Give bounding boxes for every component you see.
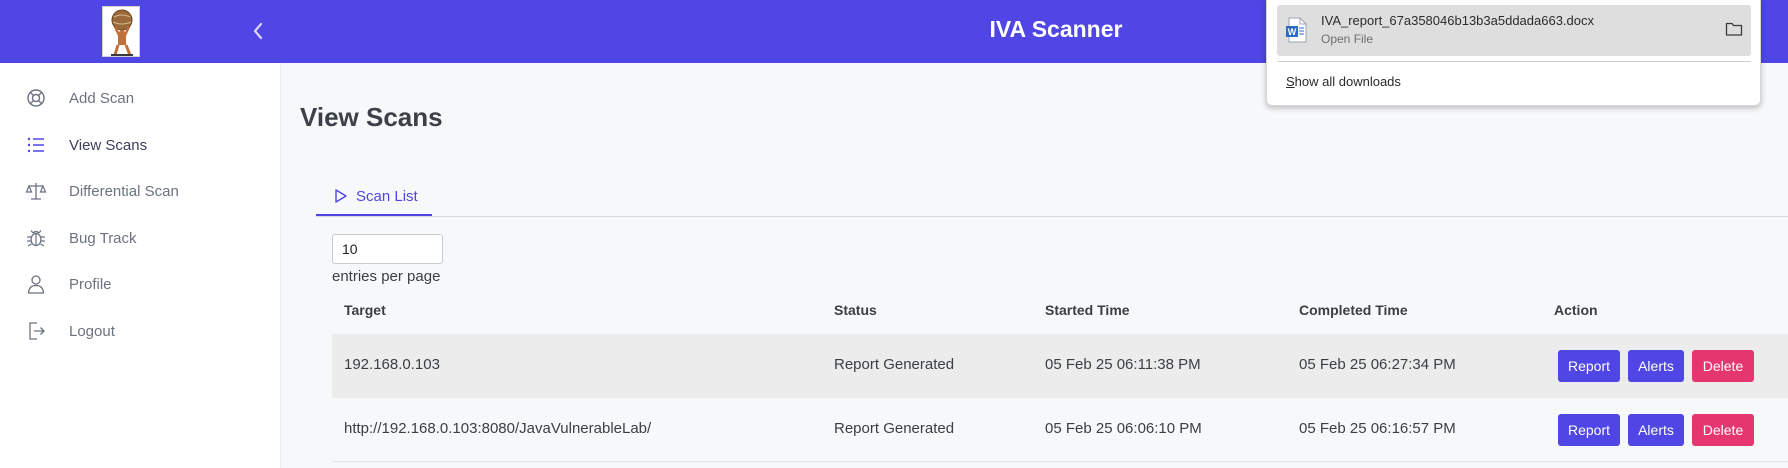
chevron-left-icon [253, 22, 263, 40]
downloads-divider [1277, 61, 1751, 62]
completed-time-cell: 05 Feb 25 06:27:34 PM [1299, 356, 1456, 373]
table-row: 192.168.0.103 Report Generated 05 Feb 25… [332, 334, 1788, 398]
page-title: View Scans [300, 102, 443, 132]
sidebar-item-bug-track[interactable]: Bug Track [0, 218, 281, 258]
download-item[interactable]: W IVA_report_67a358046b13b3a5ddada663.do… [1277, 5, 1751, 56]
sidebar-item-label: Logout [69, 322, 115, 340]
sidebar-item-label: Add Scan [69, 89, 135, 107]
column-header-action: Action [1554, 302, 1598, 318]
target-cell: http://192.168.0.103:8080/JavaVulnerable… [344, 420, 652, 437]
alerts-button[interactable]: Alerts [1628, 414, 1684, 446]
started-time-cell: 05 Feb 25 06:11:38 PM [1045, 356, 1201, 373]
status-cell: Report Generated [834, 420, 955, 437]
atlas-logo-icon[interactable] [102, 6, 140, 57]
logout-icon [29, 322, 45, 340]
sidebar-item-label: View Scans [69, 136, 148, 154]
user-icon [27, 275, 45, 294]
completed-time-cell: 05 Feb 25 06:16:57 PM [1299, 420, 1456, 437]
download-file-name: IVA_report_67a358046b13b3a5ddada663.docx [1321, 13, 1594, 28]
sidebar-item-label: Bug Track [69, 229, 137, 247]
sidebar-item-label: Differential Scan [69, 182, 179, 200]
delete-button[interactable]: Delete [1692, 414, 1754, 446]
alerts-button[interactable]: Alerts [1628, 350, 1684, 382]
download-open-file-label: Open File [1321, 32, 1374, 46]
delete-button[interactable]: Delete [1692, 350, 1754, 382]
svg-text:W: W [1288, 27, 1297, 37]
play-outline-icon [335, 189, 347, 203]
tab-divider [316, 216, 1788, 217]
sidebar-item-view-scans[interactable]: View Scans [0, 125, 281, 165]
lifebuoy-icon [27, 89, 45, 107]
bug-icon [27, 230, 45, 247]
target-cell: 192.168.0.103 [344, 356, 440, 373]
status-cell: Report Generated [834, 356, 955, 373]
tab-scan-list[interactable]: Scan List [316, 180, 432, 216]
scale-icon [25, 183, 47, 200]
sidebar-item-add-scan[interactable]: Add Scan [0, 78, 281, 118]
started-time-cell: 05 Feb 25 06:06:10 PM [1045, 420, 1202, 437]
folder-icon[interactable] [1725, 21, 1743, 37]
report-button[interactable]: Report [1558, 414, 1620, 446]
sidebar-item-differential-scan[interactable]: Differential Scan [0, 171, 281, 211]
sidebar-item-logout[interactable]: Logout [0, 311, 281, 351]
column-header-status[interactable]: Status [834, 302, 877, 318]
word-doc-icon: W [1286, 17, 1307, 43]
show-all-downloads-link[interactable]: Show all downloads [1286, 74, 1401, 89]
sidebar-item-label: Profile [69, 275, 112, 293]
sidebar-collapse-button[interactable] [246, 18, 270, 44]
sidebar: Add Scan View Scans Differential Scan Bu… [0, 63, 281, 468]
sidebar-item-profile[interactable]: Profile [0, 264, 281, 304]
column-header-started-time[interactable]: Started Time [1045, 302, 1130, 318]
tab-label: Scan List [356, 188, 418, 205]
entries-per-page-label: entries per page [332, 268, 441, 285]
list-icon [27, 137, 44, 153]
report-button[interactable]: Report [1558, 350, 1620, 382]
column-header-completed-time[interactable]: Completed Time [1299, 302, 1408, 318]
column-header-target[interactable]: Target [344, 302, 386, 318]
downloads-popup: W IVA_report_67a358046b13b3a5ddada663.do… [1266, 0, 1761, 106]
table-row: http://192.168.0.103:8080/JavaVulnerable… [332, 398, 1788, 462]
entries-per-page-input[interactable] [332, 234, 443, 264]
